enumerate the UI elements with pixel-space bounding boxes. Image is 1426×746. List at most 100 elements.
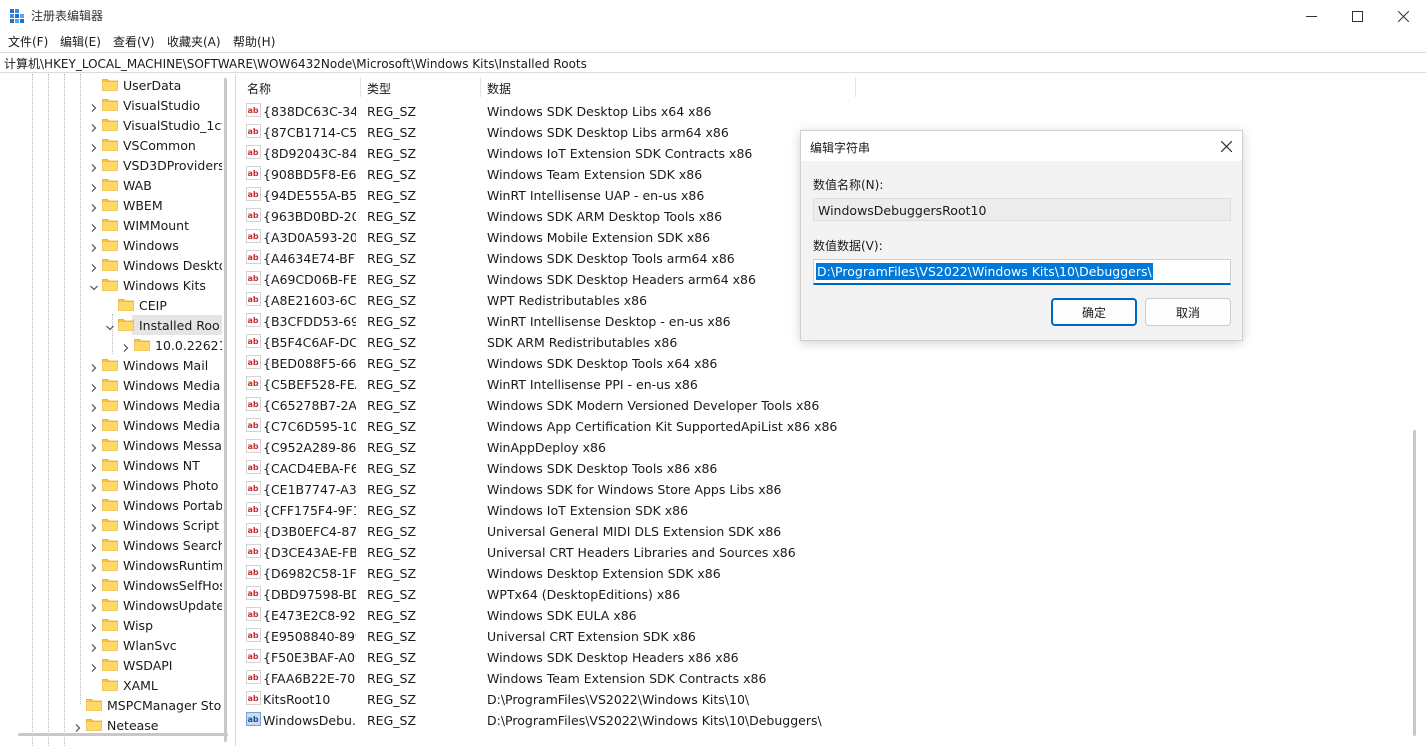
tree-vertical-scrollbar[interactable] [224, 78, 227, 742]
column-divider[interactable] [360, 77, 361, 97]
chevron-right-icon[interactable] [90, 461, 98, 472]
tree-item[interactable]: VisualStudio [0, 95, 222, 115]
chevron-right-icon[interactable] [90, 621, 98, 632]
minimize-button[interactable] [1288, 0, 1334, 32]
value-row[interactable]: ab {F50E3BAF-A09... REG_SZ Windows SDK Desk… [240, 646, 1410, 667]
chevron-down-icon[interactable] [90, 281, 98, 291]
column-header-data[interactable]: 数据 [487, 80, 511, 97]
close-button[interactable] [1380, 0, 1426, 32]
value-row[interactable]: ab {D6982C58-1F... REG_SZ Windows Desktop E… [240, 562, 1410, 583]
chevron-right-icon[interactable] [90, 521, 98, 532]
value-row[interactable]: ab {CE1B7747-A3... REG_SZ Windows SDK for W… [240, 478, 1410, 499]
menu-help[interactable]: 帮助(H) [233, 33, 275, 50]
chevron-right-icon[interactable] [90, 241, 98, 252]
chevron-right-icon[interactable] [90, 201, 98, 212]
tree-item[interactable]: 10.0.22621 [0, 335, 222, 355]
tree-item[interactable]: Windows Photo [0, 475, 222, 495]
tree-item[interactable]: Windows Script [0, 515, 222, 535]
menu-edit[interactable]: 编辑(E) [60, 33, 101, 50]
value-row[interactable]: ab {DBD97598-BD... REG_SZ WPTx64 (DesktopEd… [240, 583, 1410, 604]
value-row[interactable]: ab WindowsDebu... REG_SZ D:\ProgramFiles\VS… [240, 709, 1410, 730]
chevron-right-icon[interactable] [90, 481, 98, 492]
chevron-right-icon[interactable] [90, 161, 98, 172]
value-row[interactable]: ab {BED088F5-66... REG_SZ Windows SDK Deskt… [240, 352, 1410, 373]
column-header-type[interactable]: 类型 [367, 80, 391, 97]
tree-item[interactable]: Netease [0, 715, 222, 735]
tree-item[interactable]: Windows Mail [0, 355, 222, 375]
tree-item[interactable]: WIMMount [0, 215, 222, 235]
value-row[interactable]: ab {D3CE43AE-FB... REG_SZ Universal CRT Hea… [240, 541, 1410, 562]
dialog-close-button[interactable] [1215, 137, 1237, 155]
tree-item[interactable]: VSCommon [0, 135, 222, 155]
chevron-right-icon[interactable] [90, 601, 98, 612]
ok-button[interactable]: 确定 [1051, 298, 1137, 326]
tree-item[interactable]: WindowsRuntim [0, 555, 222, 575]
address-path[interactable]: 计算机\HKEY_LOCAL_MACHINE\SOFTWARE\WOW6432N… [4, 55, 587, 72]
chevron-right-icon[interactable] [90, 381, 98, 392]
maximize-button[interactable] [1334, 0, 1380, 32]
value-row[interactable]: ab {C5BEF528-FEA... REG_SZ WinRT Intellisen… [240, 373, 1410, 394]
address-bar[interactable]: 计算机\HKEY_LOCAL_MACHINE\SOFTWARE\WOW6432N… [0, 52, 1426, 73]
chevron-right-icon[interactable] [90, 541, 98, 552]
tree-item[interactable]: Windows Deskto [0, 255, 222, 275]
tree-item[interactable]: CEIP [0, 295, 222, 315]
chevron-right-icon[interactable] [90, 121, 98, 132]
value-row[interactable]: ab {FAA6B22E-70... REG_SZ Windows Team Exte… [240, 667, 1410, 688]
tree-item[interactable]: Windows NT [0, 455, 222, 475]
tree-item[interactable]: VisualStudio_1cf [0, 115, 222, 135]
chevron-down-icon[interactable] [106, 321, 114, 331]
tree-item[interactable]: Windows Messa [0, 435, 222, 455]
value-row[interactable]: ab {D3B0EFC4-87... REG_SZ Universal General… [240, 520, 1410, 541]
chevron-right-icon[interactable] [90, 561, 98, 572]
value-data-input[interactable]: D:\ProgramFiles\VS2022\Windows Kits\10\D… [813, 259, 1231, 285]
chevron-right-icon[interactable] [90, 401, 98, 412]
chevron-right-icon[interactable] [74, 721, 82, 732]
tree-item[interactable]: Windows Search [0, 535, 222, 555]
value-row[interactable]: ab {E473E2C8-92... REG_SZ Windows SDK EULA … [240, 604, 1410, 625]
value-data-text[interactable]: D:\ProgramFiles\VS2022\Windows Kits\10\D… [816, 263, 1153, 280]
value-row[interactable]: ab {E9508840-899... REG_SZ Universal CRT Ex… [240, 625, 1410, 646]
chevron-right-icon[interactable] [90, 261, 98, 272]
chevron-right-icon[interactable] [90, 581, 98, 592]
tree-item[interactable]: WindowsUpdate [0, 595, 222, 615]
tree-item[interactable]: Windows Kits [0, 275, 222, 295]
tree-item[interactable]: Windows [0, 235, 222, 255]
tree-item[interactable]: Windows Portab [0, 495, 222, 515]
tree-horizontal-scrollbar[interactable] [18, 733, 228, 736]
chevron-right-icon[interactable] [90, 181, 98, 192]
tree-item[interactable]: MSPCManager Sto [0, 695, 222, 715]
menu-file[interactable]: 文件(F) [8, 33, 48, 50]
chevron-right-icon[interactable] [90, 361, 98, 372]
value-row[interactable]: ab KitsRoot10 REG_SZ D:\ProgramFiles\VS2022… [240, 688, 1410, 709]
chevron-right-icon[interactable] [90, 441, 98, 452]
value-row[interactable]: ab {C7C6D595-10... REG_SZ Windows App Certi… [240, 415, 1410, 436]
value-row[interactable]: ab {C952A289-86... REG_SZ WinAppDeploy x86 [240, 436, 1410, 457]
tree-item[interactable]: UserData [0, 75, 222, 95]
tree-item[interactable]: WBEM [0, 195, 222, 215]
tree-item[interactable]: Windows Media [0, 415, 222, 435]
tree-item[interactable]: Windows Media [0, 395, 222, 415]
chevron-right-icon[interactable] [90, 101, 98, 112]
tree-item[interactable]: VSD3DProviders [0, 155, 222, 175]
value-row[interactable]: ab {CACD4EBA-F6... REG_SZ Windows SDK Deskt… [240, 457, 1410, 478]
value-row[interactable]: ab {838DC63C-34... REG_SZ Windows SDK Deskt… [240, 100, 1410, 121]
tree-item[interactable]: WSDAPI [0, 655, 222, 675]
tree-item[interactable]: WAB [0, 175, 222, 195]
chevron-right-icon[interactable] [90, 661, 98, 672]
chevron-right-icon[interactable] [90, 501, 98, 512]
column-header-name[interactable]: 名称 [247, 80, 271, 97]
menu-view[interactable]: 查看(V) [113, 33, 155, 50]
tree-item[interactable]: Windows Media [0, 375, 222, 395]
list-vertical-scrollbar[interactable] [1413, 430, 1416, 736]
chevron-right-icon[interactable] [90, 141, 98, 152]
cancel-button[interactable]: 取消 [1145, 298, 1231, 326]
value-row[interactable]: ab {CFF175F4-9F1... REG_SZ Windows IoT Exte… [240, 499, 1410, 520]
value-row[interactable]: ab {C65278B7-2A... REG_SZ Windows SDK Moder… [240, 394, 1410, 415]
chevron-right-icon[interactable] [90, 641, 98, 652]
tree-item[interactable]: WlanSvc [0, 635, 222, 655]
menu-favorites[interactable]: 收藏夹(A) [167, 33, 221, 50]
chevron-right-icon[interactable] [122, 341, 130, 352]
chevron-right-icon[interactable] [90, 221, 98, 232]
chevron-right-icon[interactable] [90, 421, 98, 432]
tree-item[interactable]: XAML [0, 675, 222, 695]
